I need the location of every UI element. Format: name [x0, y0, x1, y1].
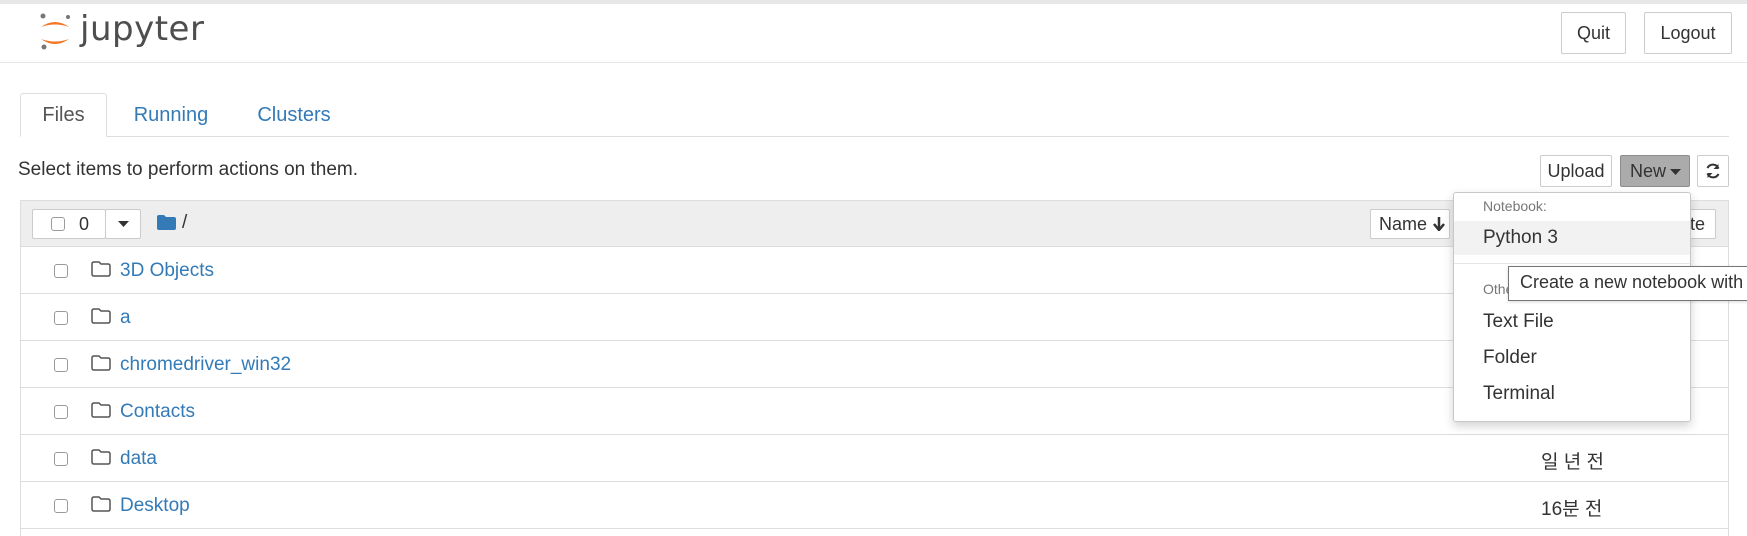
- file-name-link[interactable]: a: [120, 307, 131, 329]
- select-all-checkbox[interactable]: [51, 217, 65, 231]
- folder-outline-icon: [91, 449, 111, 465]
- folder-icon[interactable]: [157, 215, 176, 230]
- file-name-link[interactable]: 3D Objects: [120, 260, 214, 282]
- upload-button[interactable]: Upload: [1540, 155, 1612, 187]
- sort-name-button[interactable]: Name: [1370, 209, 1450, 239]
- quit-button[interactable]: Quit: [1561, 12, 1626, 54]
- tab-clusters[interactable]: Clusters: [250, 93, 338, 137]
- folder-outline-icon: [91, 402, 111, 418]
- breadcrumb-root[interactable]: /: [182, 212, 187, 234]
- refresh-button[interactable]: [1697, 155, 1729, 187]
- sort-modified-label: te: [1689, 213, 1705, 234]
- arrow-down-icon: [1433, 217, 1445, 231]
- file-modified-time: 일 년 전: [1541, 452, 1604, 473]
- tab-running[interactable]: Running: [125, 93, 217, 137]
- tab-files[interactable]: Files: [20, 93, 107, 137]
- refresh-icon: [1706, 163, 1720, 179]
- file-name-link[interactable]: Desktop: [120, 495, 190, 517]
- jupyter-logo-icon[interactable]: [38, 12, 72, 52]
- selection-dropdown-button[interactable]: [105, 209, 141, 239]
- menu-item-text-file[interactable]: Text File: [1454, 305, 1690, 339]
- selection-info-text: Select items to perform actions on them.: [18, 159, 359, 180]
- file-row[interactable]: Desktop 16분 전: [21, 482, 1728, 529]
- file-name-link[interactable]: data: [120, 448, 157, 470]
- file-modified-time: 16분 전: [1541, 499, 1603, 520]
- folder-outline-icon: [91, 496, 111, 512]
- menu-header-notebook: Notebook:: [1483, 198, 1547, 214]
- row-checkbox[interactable]: [54, 499, 68, 513]
- tab-divider: [20, 136, 1729, 137]
- menu-item-terminal[interactable]: Terminal: [1454, 377, 1690, 411]
- logo-text[interactable]: jupyter: [80, 9, 204, 49]
- logout-button[interactable]: Logout: [1644, 12, 1732, 54]
- selected-count: 0: [79, 213, 90, 234]
- tooltip: Create a new notebook with: [1508, 266, 1747, 301]
- row-checkbox[interactable]: [54, 358, 68, 372]
- caret-down-icon: [117, 221, 129, 227]
- file-name-link[interactable]: chromedriver_win32: [120, 354, 291, 376]
- file-row[interactable]: data 일 년 전: [21, 435, 1728, 482]
- header-bar: [0, 0, 1747, 63]
- new-dropdown-menu: Notebook: Python 3 Othe Text File Folder…: [1453, 192, 1691, 422]
- row-checkbox[interactable]: [54, 264, 68, 278]
- menu-divider: [1454, 263, 1690, 264]
- folder-outline-icon: [91, 261, 111, 277]
- caret-down-icon: [1670, 169, 1681, 175]
- folder-outline-icon: [91, 308, 111, 324]
- sort-name-label: Name: [1379, 213, 1428, 234]
- row-checkbox[interactable]: [54, 311, 68, 325]
- file-name-link[interactable]: Contacts: [120, 401, 195, 423]
- new-button-label: New: [1629, 160, 1666, 181]
- folder-outline-icon: [91, 355, 111, 371]
- new-button[interactable]: New: [1620, 155, 1690, 187]
- row-checkbox[interactable]: [54, 452, 68, 466]
- select-all-control[interactable]: 0: [32, 209, 106, 239]
- menu-item-folder[interactable]: Folder: [1454, 341, 1690, 375]
- row-checkbox[interactable]: [54, 405, 68, 419]
- menu-item-python-3[interactable]: Python 3: [1454, 221, 1690, 255]
